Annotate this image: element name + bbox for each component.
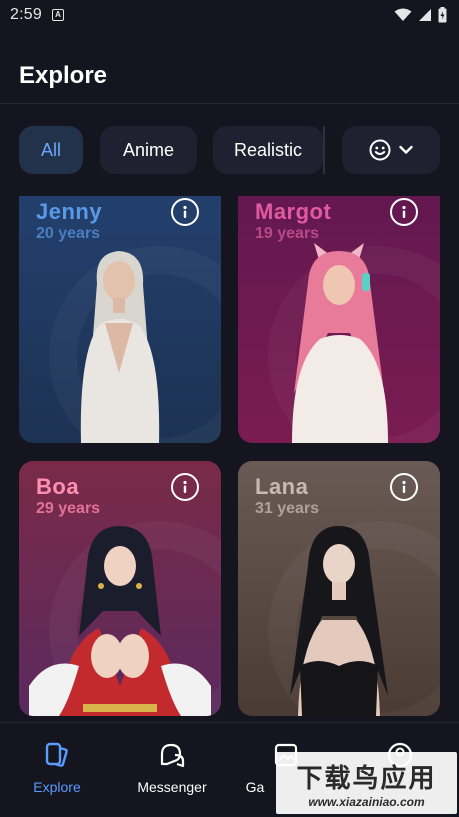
- chevron-down-icon: [399, 145, 413, 154]
- character-card-margot[interactable]: Margot 19 years: [238, 196, 440, 443]
- character-name: Margot: [255, 199, 332, 224]
- info-icon: [183, 480, 187, 493]
- filter-chip-all[interactable]: All: [19, 126, 83, 174]
- character-card-lana[interactable]: Lana 31 years: [238, 461, 440, 716]
- info-button[interactable]: [390, 198, 418, 226]
- status-time: 2:59: [10, 6, 42, 23]
- character-age: 20 years: [36, 225, 101, 242]
- nav-messenger[interactable]: Messenger: [122, 741, 222, 795]
- filter-chip-anime[interactable]: Anime: [100, 126, 197, 174]
- status-icons: [394, 7, 447, 23]
- emoji-filter-dropdown[interactable]: [342, 126, 440, 174]
- character-portrait-margot: [292, 243, 388, 443]
- filter-chip-realistic[interactable]: Realistic: [213, 126, 323, 174]
- character-portrait-jenny: [80, 251, 160, 443]
- character-name: Lana: [255, 474, 309, 499]
- wifi-icon: [394, 8, 412, 21]
- character-portrait-boa: [29, 526, 211, 716]
- filter-divider: [323, 126, 325, 174]
- watermark: 下载鸟应用 www.xiazainiao.com: [276, 752, 457, 814]
- messenger-icon: [160, 743, 185, 768]
- watermark-main: 下载鸟应用: [296, 762, 437, 793]
- character-portrait-lana: [290, 526, 388, 716]
- smiley-icon: [369, 139, 391, 161]
- info-icon: [402, 205, 406, 218]
- character-name: Boa: [36, 474, 80, 499]
- notification-icon: A: [51, 9, 64, 21]
- info-button[interactable]: [390, 473, 418, 501]
- page-title: Explore: [19, 62, 108, 89]
- character-age: 31 years: [255, 500, 320, 517]
- nav-explore[interactable]: Explore: [7, 741, 107, 795]
- character-card-jenny[interactable]: Jenny 20 years: [19, 196, 221, 443]
- nav-label: Explore: [33, 779, 81, 795]
- watermark-sub: www.xiazainiao.com: [308, 794, 425, 809]
- info-icon: [402, 480, 406, 493]
- info-button[interactable]: [171, 198, 199, 226]
- filter-chips: All Anime Realistic: [19, 126, 440, 174]
- status-bar: 2:59 A: [0, 0, 459, 30]
- character-age: 19 years: [255, 225, 320, 242]
- info-icon: [183, 205, 187, 218]
- explore-cards-icon: [45, 742, 68, 767]
- character-grid: Jenny 20 years Margot 19 years Boa 29 ye…: [0, 196, 459, 720]
- info-button[interactable]: [171, 473, 199, 501]
- header: Explore: [0, 30, 459, 104]
- nav-label: Messenger: [137, 779, 207, 795]
- signal-icon: [419, 9, 431, 21]
- battery-icon: [438, 7, 447, 23]
- character-name: Jenny: [36, 199, 103, 224]
- character-card-boa[interactable]: Boa 29 years: [19, 461, 221, 716]
- character-age: 29 years: [36, 500, 101, 517]
